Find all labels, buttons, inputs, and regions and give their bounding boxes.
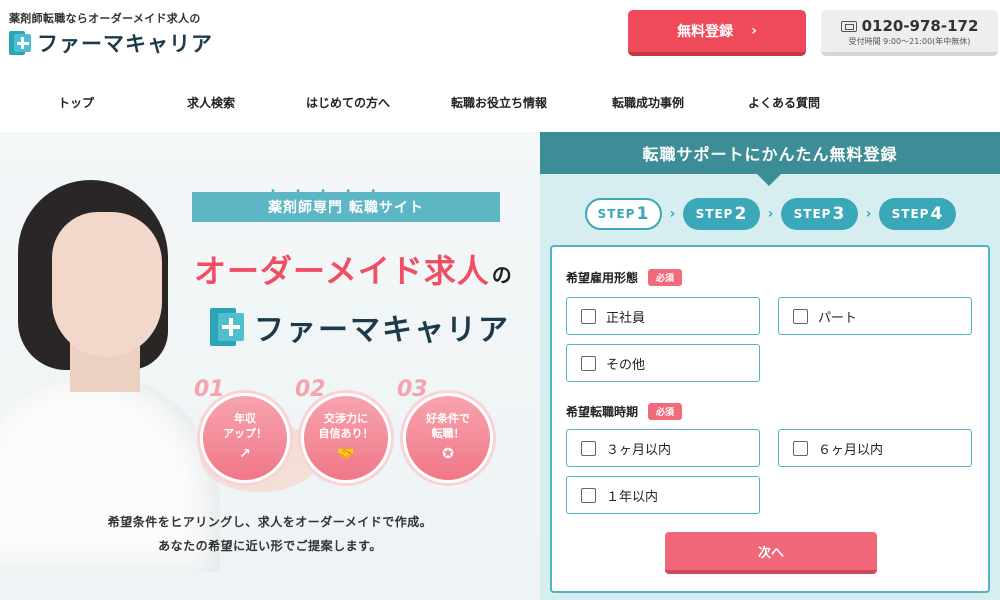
hero-logo-text: ファーマキャリア [254,313,510,348]
hero-copy-line2: あなたの希望に近い形でご提案します。 [158,539,382,553]
phone-icon [840,20,857,32]
nav-item-faq[interactable]: よくある質問 [748,94,820,111]
register-label: 無料登録 [677,24,734,40]
hero-headline: オーダーメイド求人の [194,246,513,292]
step-3: STEP 3 [781,198,858,230]
feature-badge-negotiation: 02 交渉力に 自信あり！ 🤝 [295,377,394,486]
nav-item-first-time[interactable]: はじめての方へ [306,94,390,111]
checkbox[interactable] [581,440,596,456]
chevron-right-icon: › [865,206,872,222]
hero-tagline: 薬剤師専門 転職サイト [192,192,500,222]
handshake-icon: 🤝 [337,445,355,462]
checkbox[interactable] [793,308,808,324]
option-within-1-year[interactable]: １年以内 [566,476,760,514]
site-header: 薬剤師転職ならオーダーメイド求人の ファーマキャリア 無料登録 › 0120-9… [0,0,1000,70]
badge-line1: 交渉力に [324,412,368,426]
checkbox[interactable] [581,487,596,503]
option-other[interactable]: その他 [566,344,760,382]
badge-line2: 自信あり！ [318,427,374,441]
badge-line2: アップ！ [223,427,267,441]
badge-line1: 年収 [234,412,256,426]
hero-logo: ファーマキャリア [210,305,510,349]
hero-copy-line1: 希望条件をヒアリングし、求人をオーダーメイドで作成。 [107,515,433,529]
step-1: STEP 1 [585,198,662,230]
nav-item-job-search[interactable]: 求人検索 [187,94,235,111]
site-logo[interactable]: ファーマキャリア [9,28,213,58]
free-register-button[interactable]: 無料登録 › [628,10,806,56]
chevron-right-icon: › [767,206,774,222]
badge-line1: 好条件で [426,412,470,426]
job-change-timing-label: 希望転職時期 必須 [566,403,683,420]
phone-hours: 受付時間 9:00～21:00(年中無休) [848,37,971,46]
logo-cross-icon [9,31,31,55]
award-icon: ✪ [442,445,454,462]
panel-pointer [757,174,781,186]
pharmacist-photo [0,172,230,572]
feature-badge-salary: 01 年収 アップ！ ↗ [194,377,293,486]
checkbox[interactable] [581,308,596,324]
logo-cross-icon [210,308,244,346]
phone-contact[interactable]: 0120-978-172 受付時間 9:00～21:00(年中無休) [821,10,998,56]
badge-line2: 転職！ [431,427,465,441]
checkbox[interactable] [581,355,596,371]
badge-number: 01 [194,377,225,402]
panel-title: 転職サポートにかんたん無料登録 [540,132,1000,174]
step-indicator: STEP 1 › STEP 2 › STEP 3 › STEP 4 [585,198,956,230]
employment-type-label: 希望雇用形態 必須 [566,269,683,286]
option-part-time[interactable]: パート [778,297,972,335]
checkbox[interactable] [793,440,808,456]
registration-panel: 転職サポートにかんたん無料登録 STEP 1 › STEP 2 › STEP 3 › … [540,132,1000,600]
nav-item-career-info[interactable]: 転職お役立ち情報 [451,94,547,111]
nav-item-success-stories[interactable]: 転職成功事例 [612,94,684,111]
step-4: STEP 4 [879,198,956,230]
logo-text: ファーマキャリア [37,32,213,56]
chart-up-icon: ↗ [239,445,251,462]
badge-number: 02 [295,377,326,402]
required-badge: 必須 [648,403,683,420]
headline-text: オーダーメイド求人 [194,252,490,290]
nav-item-top[interactable]: トップ [58,94,94,111]
feature-badge-conditions: 03 好条件で 転職！ ✪ [397,377,496,486]
chevron-right-icon: › [669,206,676,222]
phone-number: 0120-978-172 [861,17,979,35]
next-button[interactable]: 次へ [665,532,877,574]
option-full-time[interactable]: 正社員 [566,297,760,335]
registration-form: 希望雇用形態 必須 正社員 パート その他 希望転職時期 必須 ３ヶ月以内 ６ヶ… [550,245,990,593]
header-tagline: 薬剤師転職ならオーダーメイド求人の [9,12,201,25]
headline-suffix: の [491,263,513,287]
main-nav: トップ 求人検索 はじめての方へ 転職お役立ち情報 転職成功事例 よくある質問 [0,84,1000,120]
step-2: STEP 2 [683,198,760,230]
required-badge: 必須 [648,269,683,286]
option-within-6-months[interactable]: ６ヶ月以内 [778,429,972,467]
badge-number: 03 [397,377,428,402]
option-within-3-months[interactable]: ３ヶ月以内 [566,429,760,467]
hero-description: 希望条件をヒアリングし、求人をオーダーメイドで作成。 あなたの希望に近い形でご提… [0,510,540,558]
chevron-right-icon: › [751,23,757,39]
